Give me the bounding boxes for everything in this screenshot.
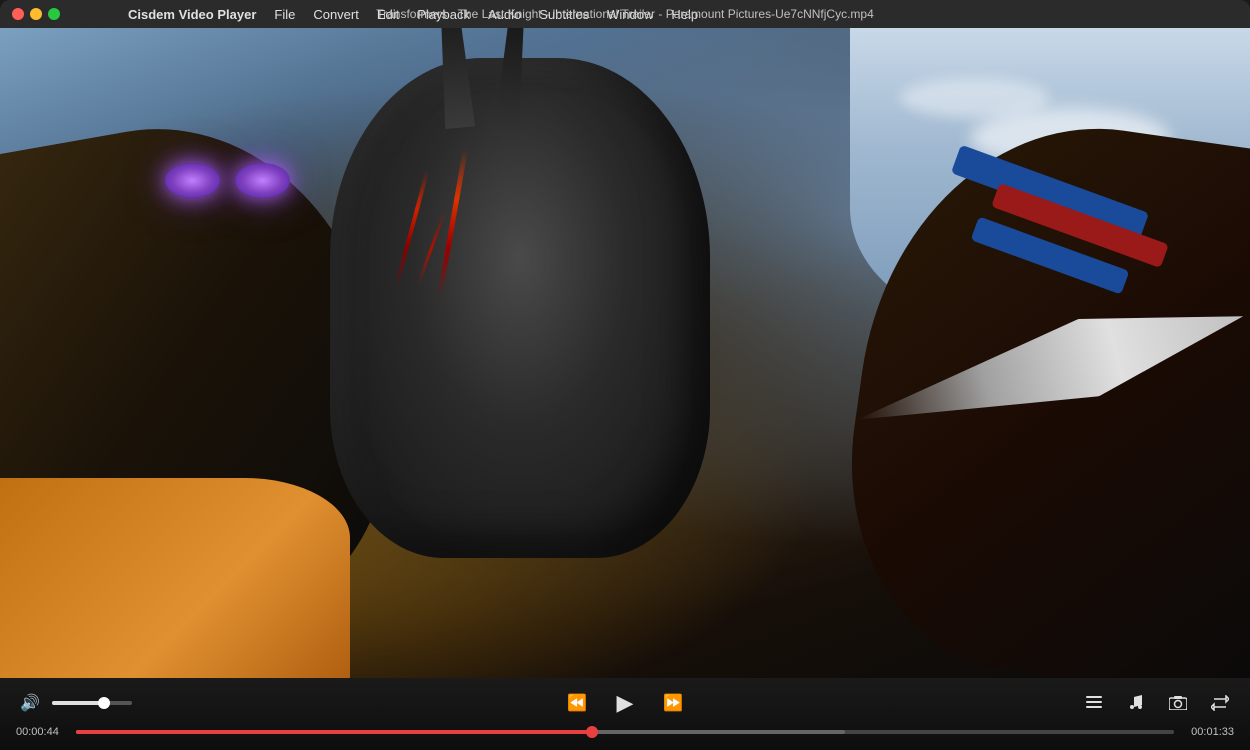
current-time: 00:00:44 — [16, 726, 64, 738]
total-time: 00:01:33 — [1186, 726, 1234, 738]
volume-slider[interactable] — [52, 701, 132, 705]
menu-subtitles[interactable]: Subtitles — [531, 5, 597, 24]
controls-right — [687, 689, 1234, 717]
menu-help[interactable]: Help — [663, 5, 706, 24]
menu-edit[interactable]: Edit — [369, 5, 407, 24]
menu-bar: Cisdem Video Player File Convert Edit Pl… — [60, 0, 706, 28]
music-button[interactable] — [1122, 689, 1150, 717]
screenshot-button[interactable] — [1164, 689, 1192, 717]
volume-thumb[interactable] — [98, 697, 110, 709]
progress-track[interactable] — [76, 730, 1174, 734]
menu-audio[interactable]: Audio — [480, 5, 529, 24]
controls-top-row: 🔊 ⏪ ▶ ⏩ — [16, 686, 1234, 721]
video-background — [0, 28, 1250, 678]
rewind-button[interactable]: ⏪ — [563, 689, 591, 717]
controls-left: 🔊 — [16, 689, 563, 717]
yellow-element — [0, 478, 350, 678]
menu-window[interactable]: Window — [599, 5, 661, 24]
minimize-button[interactable] — [30, 8, 42, 20]
controls-center: ⏪ ▶ ⏩ — [563, 689, 687, 717]
playlist-button[interactable] — [1080, 689, 1108, 717]
robot-eye-right — [235, 163, 290, 198]
maximize-button[interactable] — [48, 8, 60, 20]
volume-fill — [52, 701, 104, 705]
menu-playback[interactable]: Playback — [409, 5, 478, 24]
repeat-button[interactable] — [1206, 689, 1234, 717]
video-frame — [0, 28, 1250, 678]
traffic-lights — [0, 8, 60, 20]
title-bar: Cisdem Video Player File Convert Edit Pl… — [0, 0, 1250, 28]
volume-icon[interactable]: 🔊 — [16, 689, 44, 717]
progress-thumb[interactable] — [586, 726, 598, 738]
menu-convert[interactable]: Convert — [305, 5, 367, 24]
close-button[interactable] — [12, 8, 24, 20]
controls-bar: 🔊 ⏪ ▶ ⏩ — [0, 678, 1250, 750]
fast-forward-button[interactable]: ⏩ — [659, 689, 687, 717]
menu-file[interactable]: File — [266, 5, 303, 24]
robot-eye-left — [165, 163, 220, 198]
play-button[interactable]: ▶ — [611, 689, 639, 717]
progress-fill — [76, 730, 592, 734]
cloud-2 — [900, 78, 1050, 118]
volume-control: 🔊 — [16, 689, 132, 717]
app-name[interactable]: Cisdem Video Player — [120, 5, 264, 24]
battle-damage — [350, 128, 550, 428]
progress-row: 00:00:44 00:01:33 — [16, 721, 1234, 744]
video-container[interactable] — [0, 28, 1250, 678]
